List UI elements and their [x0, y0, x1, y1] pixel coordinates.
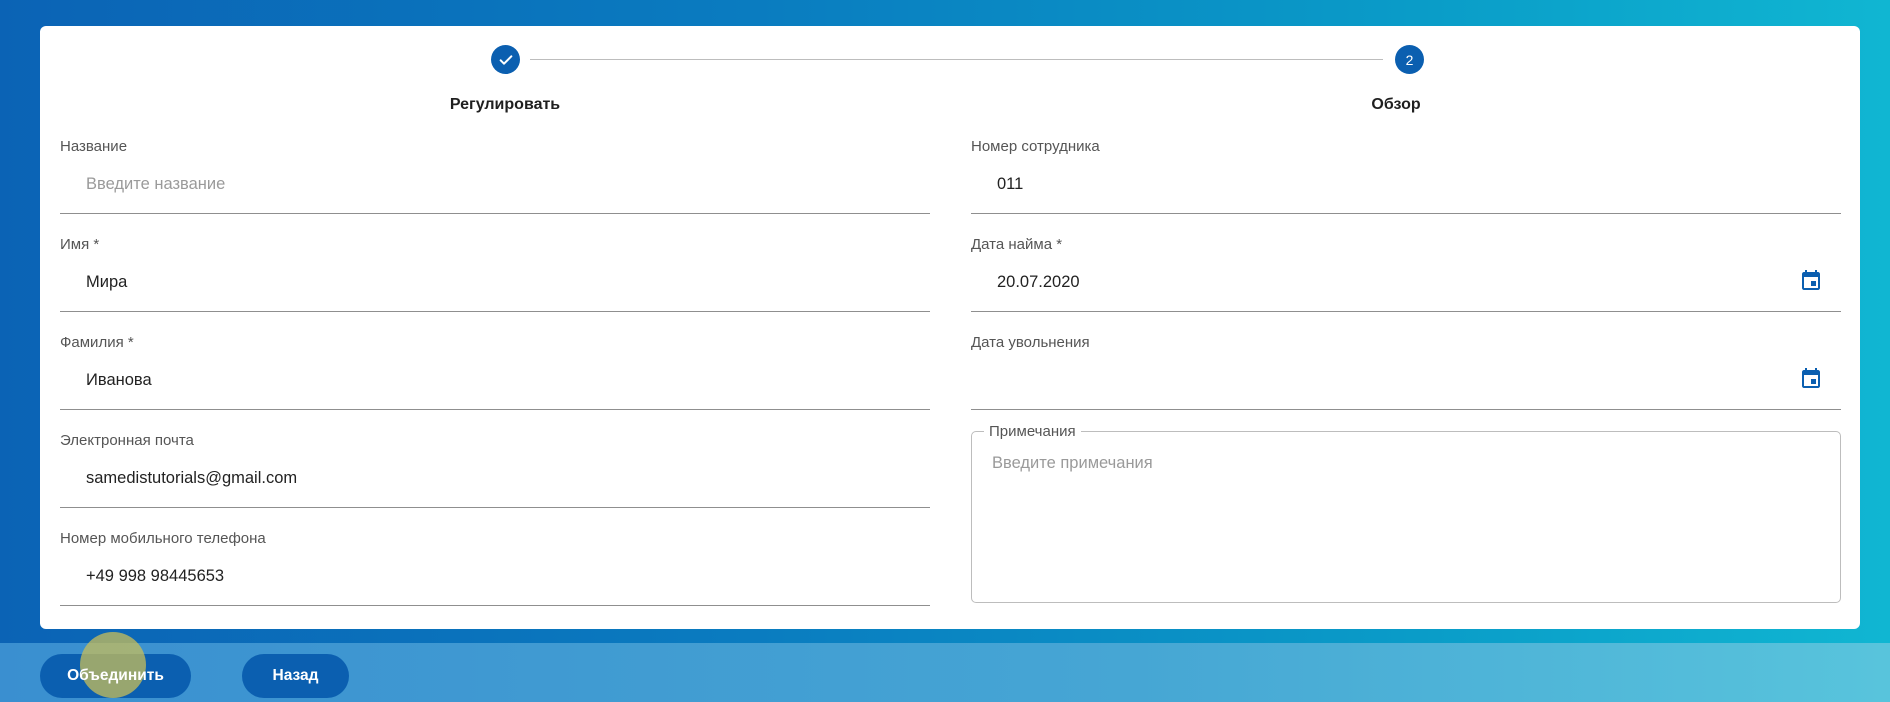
step-1-label[interactable]: Регулировать [450, 96, 560, 114]
title-field: Название [60, 138, 930, 214]
employee-number-field: Номер сотрудника [971, 138, 1841, 214]
mobile-input[interactable] [86, 567, 876, 586]
merge-button-label: Объединить [67, 667, 164, 684]
calendar-icon[interactable] [1799, 269, 1823, 293]
last-name-underline [60, 409, 930, 410]
back-button-label: Назад [272, 667, 319, 684]
mobile-label: Номер мобильного телефона [60, 530, 266, 547]
title-underline [60, 213, 930, 214]
hire-date-underline [971, 311, 1841, 312]
employee-number-input[interactable] [997, 175, 1787, 194]
mobile-field: Номер мобильного телефона [60, 530, 930, 606]
footer-bar: Объединить Назад [0, 643, 1890, 702]
first-name-label: Имя * [60, 236, 100, 253]
email-input[interactable] [86, 469, 876, 488]
mobile-underline [60, 605, 930, 606]
hire-date-field: Дата найма * [971, 236, 1841, 312]
employee-number-underline [971, 213, 1841, 214]
first-name-input[interactable] [86, 273, 876, 292]
termination-date-field: Дата увольнения [971, 334, 1841, 410]
first-name-underline [60, 311, 930, 312]
last-name-input[interactable] [86, 371, 876, 390]
termination-date-input[interactable] [997, 371, 1787, 390]
hire-date-input[interactable] [997, 273, 1787, 292]
title-label: Название [60, 138, 128, 155]
termination-date-underline [971, 409, 1841, 410]
check-icon [499, 54, 512, 65]
termination-date-label: Дата увольнения [971, 334, 1090, 351]
merge-button[interactable]: Объединить [40, 654, 191, 698]
step-2-label[interactable]: Обзор [1371, 96, 1420, 114]
title-input[interactable] [86, 175, 876, 194]
notes-label: Примечания [984, 423, 1081, 440]
email-underline [60, 507, 930, 508]
notes-field: Примечания [971, 423, 1841, 603]
email-label: Электронная почта [60, 432, 194, 449]
stepper-connector [530, 59, 1383, 60]
first-name-field: Имя * [60, 236, 930, 312]
notes-textarea[interactable] [992, 454, 1812, 584]
last-name-label: Фамилия * [60, 334, 134, 351]
form-card: 2 Регулировать Обзор Название Имя * Фами… [40, 26, 1860, 629]
step-1-indicator[interactable] [491, 45, 520, 74]
calendar-icon[interactable] [1799, 367, 1823, 391]
email-field: Электронная почта [60, 432, 930, 508]
last-name-field: Фамилия * [60, 334, 930, 410]
step-2-indicator[interactable]: 2 [1395, 45, 1424, 74]
employee-number-label: Номер сотрудника [971, 138, 1100, 155]
back-button[interactable]: Назад [242, 654, 349, 698]
stepper: 2 Регулировать Обзор [40, 26, 1860, 126]
hire-date-label: Дата найма * [971, 236, 1063, 253]
